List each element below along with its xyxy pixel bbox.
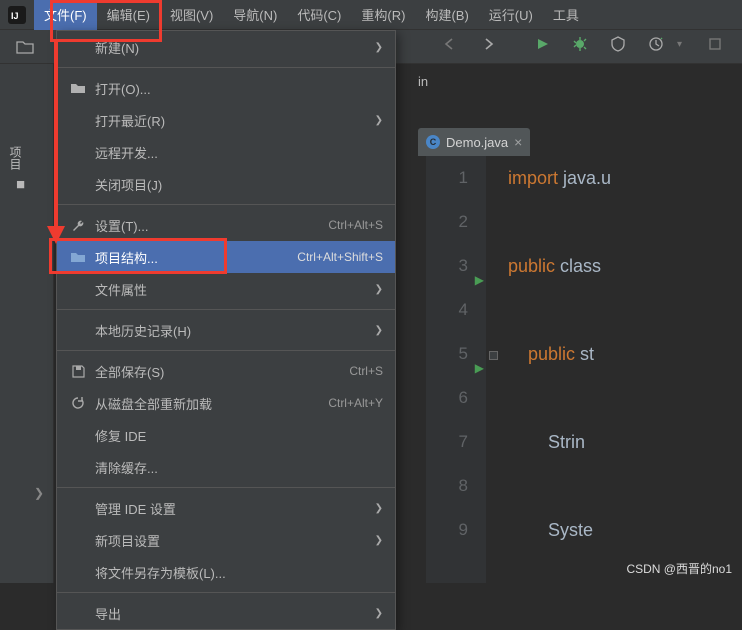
menu-edit[interactable]: 编辑(E) xyxy=(97,0,160,30)
breadcrumb-right[interactable]: in xyxy=(418,74,428,89)
menu-new[interactable]: 新建(N)❯ xyxy=(57,31,395,63)
menu-open[interactable]: 打开(O)... xyxy=(57,72,395,104)
stop-icon[interactable] xyxy=(704,33,726,55)
chevron-right-icon: ❯ xyxy=(375,608,383,619)
annotation-arrow xyxy=(42,40,72,246)
forward-icon[interactable] xyxy=(477,33,499,55)
folder-icon: ■ xyxy=(16,176,25,193)
toolbar-right: ▾ xyxy=(433,33,732,55)
app-icon: IJ xyxy=(8,6,26,24)
menu-close-project[interactable]: 关闭项目(J) xyxy=(57,168,395,200)
chevron-right-icon: ❯ xyxy=(375,284,383,295)
menu-settings[interactable]: 设置(T)...Ctrl+Alt+S xyxy=(57,209,395,241)
line-number: 7 xyxy=(426,420,468,464)
close-icon[interactable]: × xyxy=(514,134,522,150)
run-gutter-icon[interactable]: ▶ xyxy=(475,258,484,302)
chevron-right-icon: ❯ xyxy=(375,503,383,514)
menu-nav[interactable]: 导航(N) xyxy=(223,0,287,30)
chevron-right-icon: ❯ xyxy=(375,535,383,546)
menu-repair-ide[interactable]: 修复 IDE xyxy=(57,419,395,451)
file-menu-dropdown: 新建(N)❯ 打开(O)... 打开最近(R)❯ 远程开发... 关闭项目(J)… xyxy=(56,30,396,630)
line-number: 8 xyxy=(426,464,468,508)
menu-local-history[interactable]: 本地历史记录(H)❯ xyxy=(57,314,395,346)
menu-save-all[interactable]: 全部保存(S)Ctrl+S xyxy=(57,355,395,387)
fold-toggle-icon[interactable] xyxy=(489,351,498,360)
menu-open-recent[interactable]: 打开最近(R)❯ xyxy=(57,104,395,136)
menu-refactor[interactable]: 重构(R) xyxy=(351,0,415,30)
menu-project-structure[interactable]: 项目结构...Ctrl+Alt+Shift+S xyxy=(57,241,395,273)
menu-remote-dev[interactable]: 远程开发... xyxy=(57,136,395,168)
chevron-right-icon: ❯ xyxy=(375,325,383,336)
reload-icon xyxy=(69,396,87,410)
folder-icon xyxy=(69,251,87,263)
tab-filename: Demo.java xyxy=(446,135,508,150)
menu-reload-disk[interactable]: 从磁盘全部重新加载Ctrl+Alt+Y xyxy=(57,387,395,419)
menu-file-props[interactable]: 文件属性❯ xyxy=(57,273,395,305)
chevron-right-icon[interactable]: ❯ xyxy=(34,486,44,500)
editor-tab[interactable]: C Demo.java × xyxy=(418,128,530,156)
coverage-icon[interactable] xyxy=(607,33,629,55)
chevron-right-icon: ❯ xyxy=(375,42,383,53)
debug-icon[interactable] xyxy=(569,33,591,55)
line-number: 4 xyxy=(426,288,468,332)
menu-file[interactable]: 文件(F) xyxy=(34,0,97,30)
back-icon[interactable] xyxy=(439,33,461,55)
menu-clear-cache[interactable]: 清除缓存... xyxy=(57,451,395,483)
chevron-right-icon: ❯ xyxy=(375,115,383,126)
open-folder-icon[interactable] xyxy=(14,36,36,58)
line-number: 1 xyxy=(426,156,468,200)
menu-export[interactable]: 导出❯ xyxy=(57,597,395,629)
save-icon xyxy=(69,365,87,378)
code-editor[interactable]: 1 2 3▶ 4 5▶ 6 7 8 9 import java.u public… xyxy=(426,156,742,583)
menu-build[interactable]: 构建(B) xyxy=(415,0,478,30)
fold-bar xyxy=(486,156,502,583)
sidetab-project[interactable]: 项目 xyxy=(7,146,24,170)
gutter: 1 2 3▶ 4 5▶ 6 7 8 9 xyxy=(426,156,486,583)
svg-text:IJ: IJ xyxy=(11,11,19,21)
line-number: 9 xyxy=(426,508,468,552)
line-number: 2 xyxy=(426,200,468,244)
run-gutter-icon[interactable]: ▶ xyxy=(475,346,484,390)
line-number: 6 xyxy=(426,376,468,420)
watermark: CSDN @西晋的no1 xyxy=(626,560,732,577)
menu-run[interactable]: 运行(U) xyxy=(479,0,543,30)
run-icon[interactable] xyxy=(531,33,553,55)
menu-code[interactable]: 代码(C) xyxy=(287,0,351,30)
line-number: 3▶ xyxy=(426,244,468,288)
menu-tools[interactable]: 工具 xyxy=(543,0,589,30)
profiler-icon[interactable] xyxy=(645,33,667,55)
menu-save-template[interactable]: 将文件另存为模板(L)... xyxy=(57,556,395,588)
menu-manage-ide[interactable]: 管理 IDE 设置❯ xyxy=(57,492,395,524)
menu-view[interactable]: 视图(V) xyxy=(160,0,223,30)
line-number: 5▶ xyxy=(426,332,468,376)
menubar: IJ 文件(F) 编辑(E) 视图(V) 导航(N) 代码(C) 重构(R) 构… xyxy=(0,0,742,30)
code-body[interactable]: import java.u public class public st Str… xyxy=(508,156,742,552)
menu-new-proj-settings[interactable]: 新项目设置❯ xyxy=(57,524,395,556)
java-class-icon: C xyxy=(426,135,440,149)
